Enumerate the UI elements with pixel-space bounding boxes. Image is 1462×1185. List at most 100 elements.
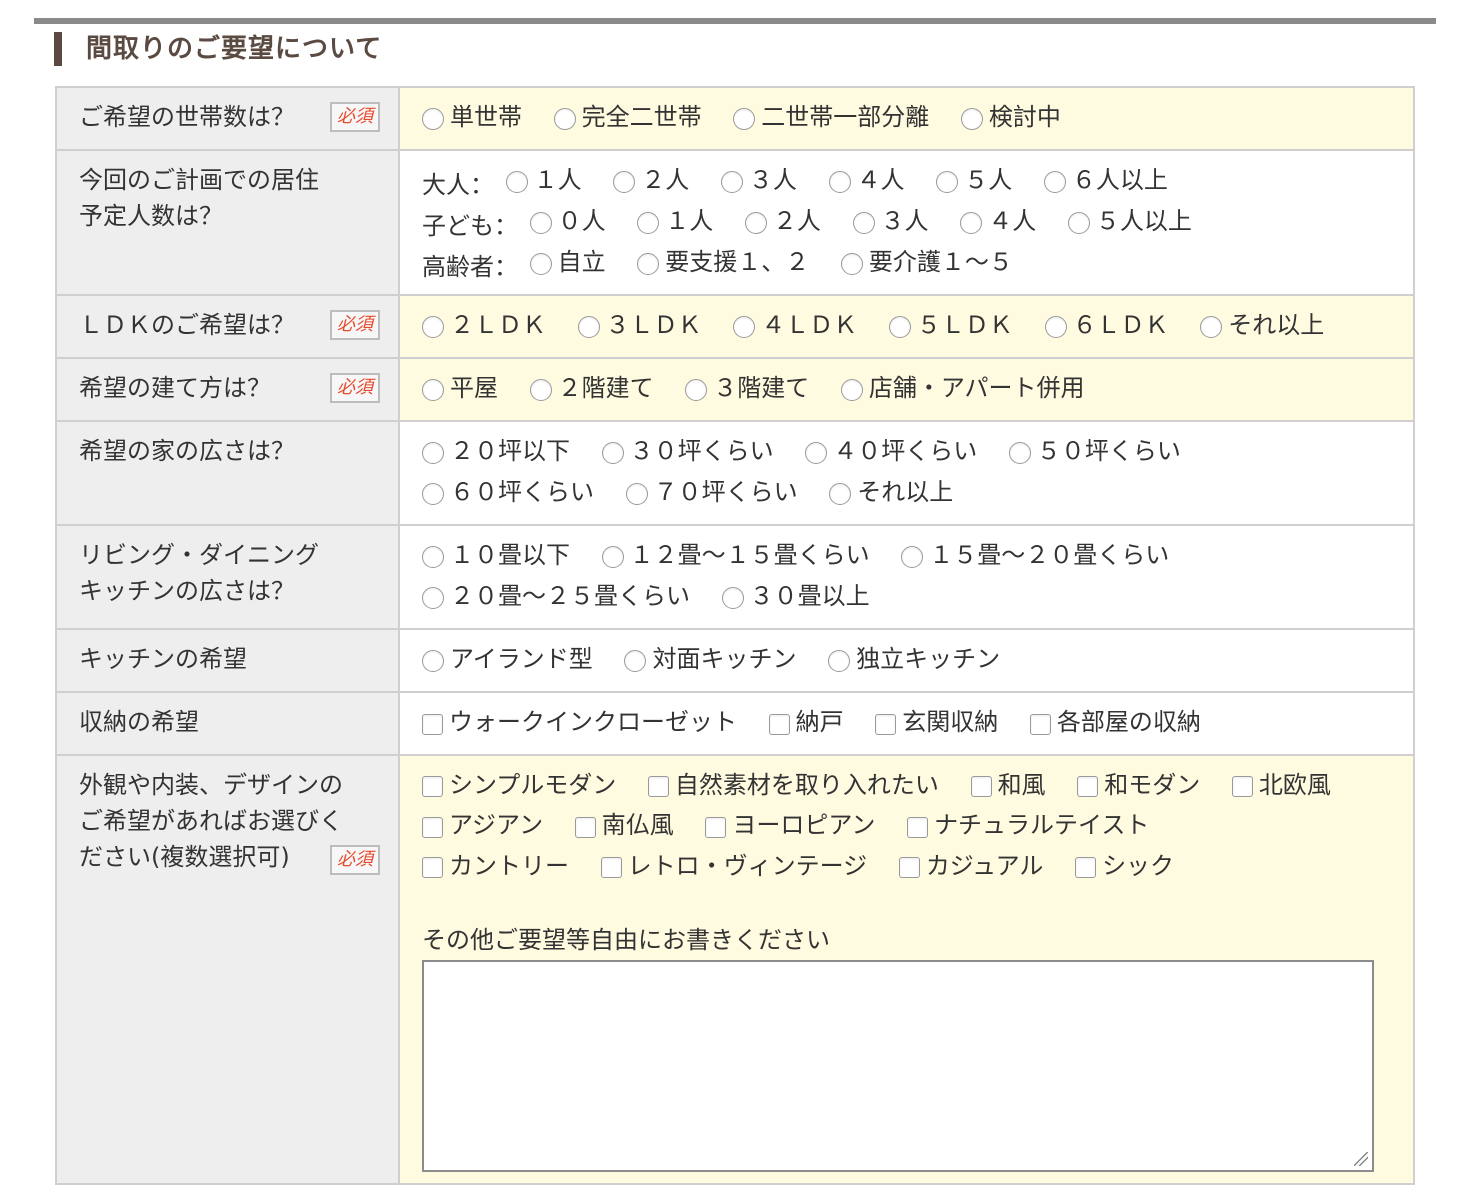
radio-button[interactable] <box>422 108 444 130</box>
radio-button[interactable] <box>422 650 444 672</box>
design-option[interactable]: レトロ・ヴィンテージ <box>600 848 867 884</box>
radio-button[interactable] <box>852 212 875 234</box>
ldk-option[interactable]: ４ＬＤＫ <box>733 307 857 343</box>
house-size-option[interactable]: ６０坪くらい <box>422 474 594 510</box>
ldk-option[interactable]: それ以上 <box>1200 307 1324 343</box>
build-type-option[interactable]: 店舗・アパート併用 <box>840 370 1084 406</box>
radio-button[interactable] <box>422 442 444 464</box>
design-option[interactable]: 自然素材を取り入れたい <box>647 767 939 803</box>
radio-button[interactable] <box>888 316 911 338</box>
design-option[interactable]: 和風 <box>970 767 1046 803</box>
ldk-option[interactable]: ３ＬＤＫ <box>577 307 702 343</box>
radio-button[interactable] <box>505 171 528 193</box>
resize-grip-icon[interactable] <box>1354 1152 1368 1166</box>
kitchen-option[interactable]: 独立キッチン <box>828 641 1000 677</box>
radio-button[interactable] <box>829 483 852 505</box>
elderly-option[interactable]: 自立 <box>529 244 606 280</box>
radio-button[interactable] <box>422 316 444 338</box>
radio-button[interactable] <box>805 442 828 464</box>
design-option[interactable]: 北欧風 <box>1231 767 1331 803</box>
radio-button[interactable] <box>637 253 660 275</box>
house-size-option[interactable]: ７０坪くらい <box>625 474 798 510</box>
radio-button[interactable] <box>613 171 636 193</box>
radio-button[interactable] <box>828 171 851 193</box>
radio-button[interactable] <box>840 379 863 401</box>
household-option-single[interactable]: 単世帯 <box>422 99 522 135</box>
radio-button[interactable] <box>1008 442 1031 464</box>
living-size-option[interactable]: ３０畳以上 <box>721 578 870 614</box>
design-option[interactable]: 和モダン <box>1077 767 1200 803</box>
adults-option[interactable]: ５人 <box>936 162 1012 198</box>
design-option[interactable]: ナチュラルテイスト <box>907 807 1149 843</box>
radio-button[interactable] <box>960 212 983 234</box>
checkbox[interactable] <box>647 776 669 797</box>
radio-button[interactable] <box>422 379 444 401</box>
children-option[interactable]: ０人 <box>529 203 606 239</box>
household-option-partial-two[interactable]: 二世帯一部分離 <box>733 99 929 135</box>
ldk-option[interactable]: ５ＬＤＫ <box>888 307 1013 343</box>
household-option-full-two[interactable]: 完全二世帯 <box>553 99 702 135</box>
kitchen-option[interactable]: 対面キッチン <box>624 641 796 677</box>
radio-button[interactable] <box>936 171 959 193</box>
children-option[interactable]: １人 <box>637 203 713 239</box>
storage-option[interactable]: 各部屋の収納 <box>1029 704 1201 740</box>
radio-button[interactable] <box>733 108 756 130</box>
design-option[interactable]: シック <box>1075 848 1174 884</box>
radio-button[interactable] <box>685 379 708 401</box>
radio-button[interactable] <box>828 650 851 672</box>
children-option[interactable]: ４人 <box>960 203 1036 239</box>
checkbox[interactable] <box>970 776 992 797</box>
radio-button[interactable] <box>1200 316 1223 338</box>
checkbox[interactable] <box>422 776 443 797</box>
free-comment-textarea[interactable] <box>422 960 1374 1172</box>
storage-option[interactable]: 玄関収納 <box>875 704 998 740</box>
radio-button[interactable] <box>529 253 552 275</box>
radio-button[interactable] <box>601 546 624 568</box>
radio-button[interactable] <box>422 587 444 609</box>
storage-option[interactable]: 納戸 <box>768 704 844 740</box>
adults-option[interactable]: ３人 <box>720 162 797 198</box>
house-size-option[interactable]: それ以上 <box>829 474 953 510</box>
design-option[interactable]: カントリー <box>422 848 569 884</box>
radio-button[interactable] <box>840 253 863 275</box>
radio-button[interactable] <box>1067 212 1090 234</box>
living-size-option[interactable]: １５畳〜２０畳くらい <box>901 537 1169 573</box>
checkbox[interactable] <box>574 816 596 838</box>
checkbox[interactable] <box>1029 713 1051 735</box>
living-size-option[interactable]: １２畳〜１５畳くらい <box>601 537 870 573</box>
checkbox[interactable] <box>898 857 920 878</box>
radio-button[interactable] <box>901 546 924 568</box>
children-option[interactable]: ３人 <box>852 203 929 239</box>
house-size-option[interactable]: ４０坪くらい <box>805 433 977 469</box>
radio-button[interactable] <box>422 483 444 505</box>
radio-button[interactable] <box>721 587 744 609</box>
checkbox[interactable] <box>1075 857 1097 878</box>
elderly-option[interactable]: 要支援１、２ <box>637 244 809 280</box>
design-option[interactable]: 南仏風 <box>574 807 674 843</box>
checkbox[interactable] <box>907 816 929 838</box>
radio-button[interactable] <box>529 212 552 234</box>
build-type-option[interactable]: 平屋 <box>422 370 498 406</box>
radio-button[interactable] <box>601 442 624 464</box>
living-size-option[interactable]: １０畳以下 <box>422 537 570 573</box>
checkbox[interactable] <box>422 816 443 838</box>
radio-button[interactable] <box>577 316 600 338</box>
checkbox[interactable] <box>422 857 443 878</box>
children-option[interactable]: ５人以上 <box>1067 203 1192 239</box>
living-size-option[interactable]: ２０畳〜２５畳くらい <box>422 578 690 614</box>
design-option[interactable]: カジュアル <box>898 848 1043 884</box>
adults-option[interactable]: ４人 <box>828 162 905 198</box>
checkbox[interactable] <box>875 713 897 735</box>
radio-button[interactable] <box>529 379 552 401</box>
radio-button[interactable] <box>1044 316 1067 338</box>
house-size-option[interactable]: ２０坪以下 <box>422 433 570 469</box>
adults-option[interactable]: ６人以上 <box>1043 162 1168 198</box>
adults-option[interactable]: １人 <box>505 162 582 198</box>
radio-button[interactable] <box>637 212 660 234</box>
checkbox[interactable] <box>1231 776 1253 797</box>
radio-button[interactable] <box>720 171 743 193</box>
checkbox[interactable] <box>1077 776 1099 797</box>
children-option[interactable]: ２人 <box>744 203 821 239</box>
elderly-option[interactable]: 要介護１〜５ <box>840 244 1013 280</box>
checkbox[interactable] <box>422 713 443 735</box>
